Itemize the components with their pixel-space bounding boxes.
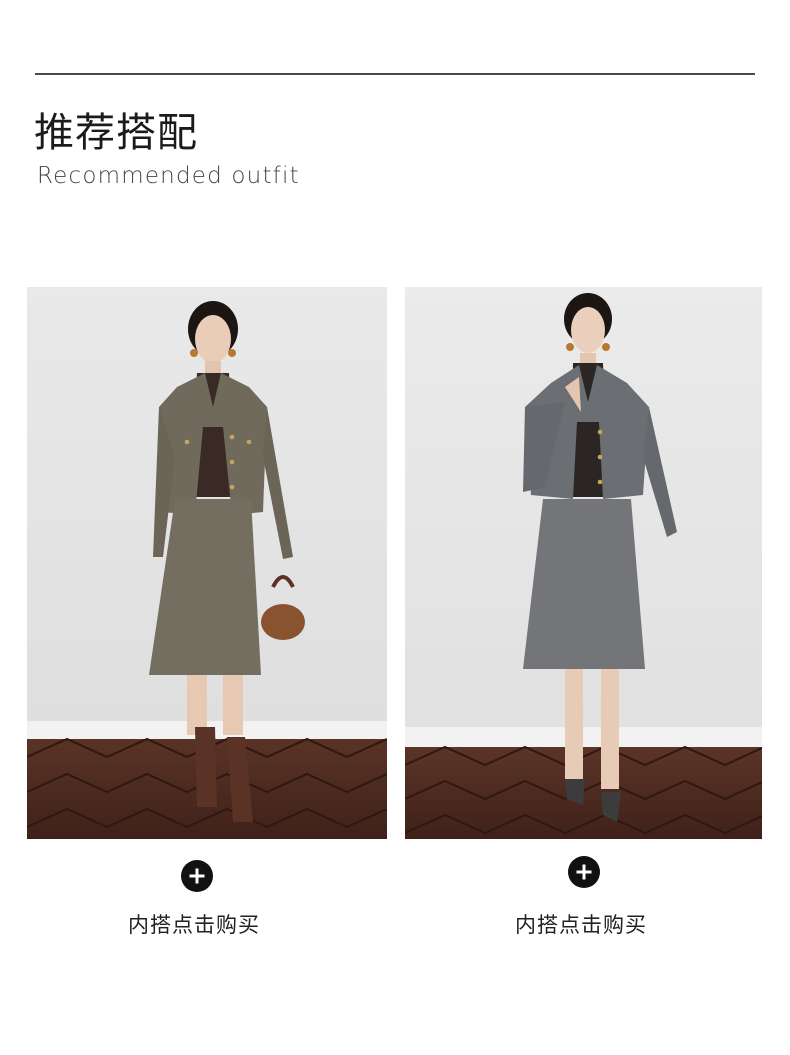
section-subtitle: Recommended outfit bbox=[37, 163, 300, 189]
outfit-photo-1[interactable] bbox=[27, 287, 387, 839]
outfit-photo-2-image bbox=[405, 287, 762, 839]
section-title: 推荐搭配 bbox=[34, 110, 198, 156]
outfit-photo-2[interactable] bbox=[405, 287, 762, 839]
buy-inner-link-2[interactable]: 内搭点击购买 bbox=[515, 909, 647, 939]
outfit-photo-1-image bbox=[27, 287, 387, 839]
buy-inner-link-1[interactable]: 内搭点击购买 bbox=[128, 909, 260, 939]
plus-circle-icon[interactable] bbox=[568, 856, 600, 888]
top-divider bbox=[35, 73, 755, 75]
plus-circle-icon[interactable] bbox=[181, 860, 213, 892]
